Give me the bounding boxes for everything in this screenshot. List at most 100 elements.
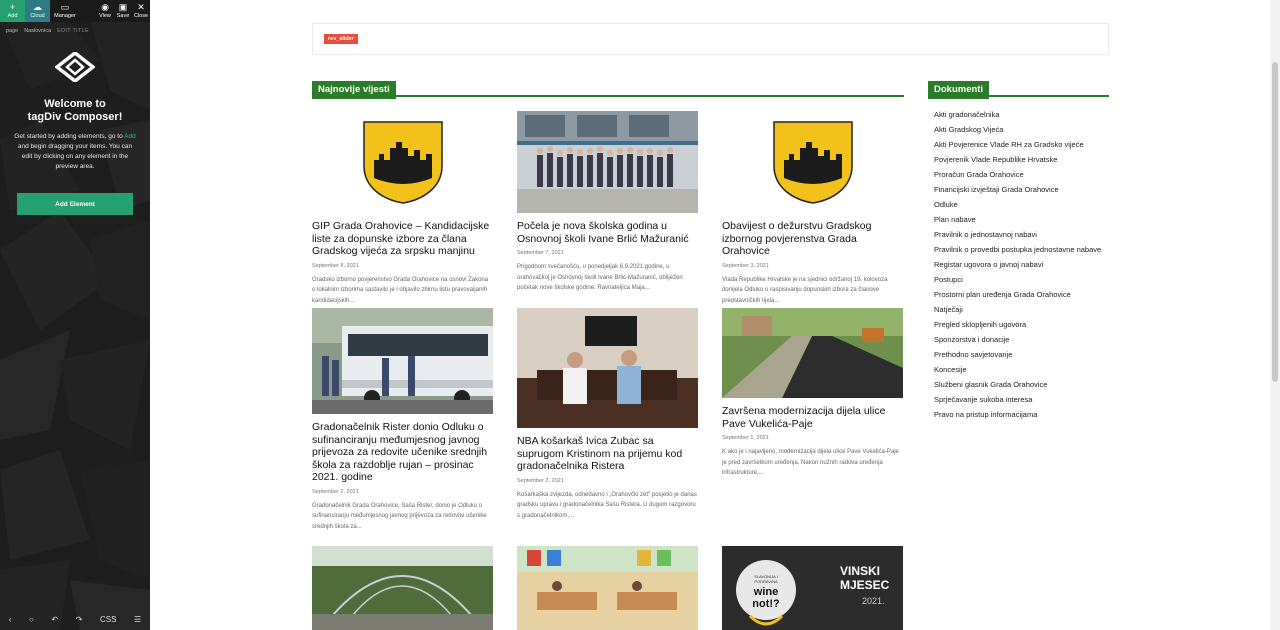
document-link[interactable]: Prethodno savjetovanje [934, 347, 1104, 362]
post-thumbnail[interactable] [722, 308, 903, 398]
post-thumbnail[interactable] [312, 546, 493, 630]
edit-title-link[interactable]: EDIT TITLE [57, 28, 89, 34]
news-section-heading: Najnovije vijesti [312, 79, 904, 99]
background-pattern [0, 0, 150, 630]
cloud-label: Cloud [30, 13, 45, 19]
post-excerpt: Vlada Republike Hrvatske je na sjednici … [722, 276, 888, 304]
breadcrumb-title[interactable]: Naslovnica [24, 28, 51, 34]
document-link[interactable]: Pregled sklopljenih ugovora [934, 317, 1104, 332]
document-link[interactable]: Pravilnik o provedbi postupka jednostavn… [934, 242, 1104, 257]
undo-icon[interactable]: ↶ [51, 615, 58, 624]
post-thumbnail[interactable] [517, 546, 698, 630]
bus-photo [312, 308, 493, 414]
post-title[interactable]: GIP Grada Orahovice – Kandidacijske list… [312, 220, 493, 258]
document-link[interactable]: Prostorni plan uređenja Grada Orahovice [934, 287, 1104, 302]
add-button[interactable]: + Add [0, 0, 25, 22]
document-link[interactable]: Sprječavanje sukoba interesa [934, 392, 1104, 407]
document-link[interactable]: Odluke [934, 197, 1104, 212]
document-link[interactable]: Financijski izvještaji Grada Orahovice [934, 182, 1104, 197]
circle-icon[interactable]: ○ [29, 615, 34, 624]
news-post[interactable]: GIP Grada Orahovice – Kandidacijske list… [312, 111, 493, 306]
post-excerpt: Gradonačelnik Grada Orahovice, Saša Rist… [312, 502, 487, 530]
view-button[interactable]: ◉ View [96, 0, 114, 22]
add-element-button[interactable]: Add Element [17, 193, 133, 215]
post-thumbnail[interactable] [517, 111, 698, 213]
post-thumbnail[interactable] [312, 308, 493, 414]
post-title[interactable]: Završena modernizacija dijela ulice Pave… [722, 405, 903, 430]
document-link[interactable]: Koncesije [934, 362, 1104, 377]
document-link[interactable]: Pravilnik o jednostavnoj nabavi [934, 227, 1104, 242]
road-photo [722, 308, 903, 398]
school-group-photo [517, 111, 698, 213]
intro-after: and begin dragging your items. You can e… [17, 143, 133, 170]
breadcrumb: page Naslovnica EDIT TITLE [6, 28, 89, 34]
scrollbar-thumb[interactable] [1272, 62, 1278, 382]
document-link[interactable]: Povjerenik Vlade Republike Hrvatske [934, 152, 1104, 167]
composer-bottom-bar: ‹ ○ ↶ ↷ CSS ☰ [0, 608, 150, 630]
eye-icon: ◉ [101, 2, 109, 12]
document-link[interactable]: Akti Povjerenice Vlade RH za Gradsko vij… [934, 137, 1104, 152]
document-link[interactable]: Natječaji [934, 302, 1104, 317]
post-title[interactable]: Počela je nova školska godina u Osnovnoj… [517, 220, 698, 245]
wine-month-banner[interactable]: SLAVONIJA I PODRAVINA wine not!? VINSKI … [722, 546, 903, 630]
documents-heading-label: Dokumenti [928, 81, 990, 99]
news-post[interactable]: NBA košarkaš Ivica Zubac sa suprugom Kri… [517, 308, 698, 521]
cloud-button[interactable]: ☁ Cloud [25, 0, 50, 22]
post-thumbnail[interactable] [312, 111, 493, 213]
news-post[interactable] [517, 546, 698, 630]
post-date: September 8, 2021 [312, 262, 359, 269]
wine-title-line1: VINSKI [840, 564, 881, 578]
news-post[interactable]: Obavijest o dežurstvu Gradskog izbornog … [722, 111, 903, 306]
document-link[interactable]: Postupci [934, 272, 1104, 287]
save-button[interactable]: ▣ Save [114, 0, 132, 22]
news-heading-label: Najnovije vijesti [312, 81, 396, 99]
documents-section-heading: Dokumenti [928, 79, 1109, 99]
document-link[interactable]: Pravo na pristup informacijama [934, 407, 1104, 422]
page-scrollbar[interactable] [1270, 0, 1280, 630]
post-date: September 1, 2021 [722, 435, 769, 441]
wine-title-line2: MJESEC [840, 578, 890, 592]
document-link[interactable]: Službeni glasnik Grada Orahovice [934, 377, 1104, 392]
wine-year: 2021. [862, 596, 885, 606]
post-excerpt: Gradsko izborno povjerenstvo Grada Oraho… [312, 276, 489, 304]
intro-add-link[interactable]: Add [124, 133, 136, 140]
wine-badge-top: SLAVONIJA I PODRAVINA [754, 574, 778, 584]
close-button[interactable]: ✕ Close [132, 0, 150, 22]
post-title[interactable]: NBA košarkaš Ivica Zubac sa suprugom Kri… [517, 435, 698, 473]
menu-icon[interactable]: ☰ [134, 615, 141, 624]
document-link[interactable]: Sponzorstva i donacije [934, 332, 1104, 347]
post-thumbnail[interactable] [517, 308, 698, 428]
post-title[interactable]: Gradonačelnik Rister donio Odluku o sufi… [312, 421, 493, 484]
css-button[interactable]: CSS [100, 615, 116, 624]
park-stage-photo [312, 546, 493, 630]
document-link[interactable]: Plan nabave [934, 212, 1104, 227]
welcome-line2: tagDiv Composer! [27, 111, 123, 123]
window-icon: ▭ [60, 2, 70, 12]
close-icon: ✕ [137, 2, 145, 12]
post-date: September 7, 2021 [517, 250, 564, 256]
post-thumbnail[interactable] [722, 111, 903, 213]
intro-text: Get started by adding elements, go to Ad… [14, 132, 136, 172]
news-post[interactable] [312, 546, 493, 630]
composer-toolbar: + Add ☁ Cloud ▭ Manager ◉ View ▣ Save ✕ … [0, 0, 150, 22]
news-post[interactable]: Završena modernizacija dijela ulice Pave… [722, 308, 903, 479]
close-label: Close [133, 13, 149, 19]
wine-badge-main: wine not!? [752, 586, 780, 610]
breadcrumb-page[interactable]: page [6, 28, 18, 34]
document-link[interactable]: Akti Gradskog Vijeća [934, 122, 1104, 137]
news-post[interactable]: SLAVONIJA I PODRAVINA wine not!? VINSKI … [722, 546, 903, 630]
tagdiv-logo-icon [55, 52, 95, 82]
back-arrow-icon[interactable]: ‹ [9, 615, 12, 624]
news-post[interactable]: Gradonačelnik Rister donio Odluku o sufi… [312, 308, 493, 532]
coat-of-arms-icon [772, 121, 853, 204]
document-link[interactable]: Proračun Grada Orahovice [934, 167, 1104, 182]
document-link[interactable]: Registar ugovora o javnoj nabavi [934, 257, 1104, 272]
post-title[interactable]: Obavijest o dežurstvu Gradskog izbornog … [722, 220, 903, 258]
classroom-photo [517, 546, 698, 630]
meeting-photo [517, 308, 698, 428]
document-link[interactable]: Akti gradonačelnika [934, 107, 1104, 122]
plus-icon: + [9, 2, 16, 12]
redo-icon[interactable]: ↷ [76, 615, 83, 624]
manager-button[interactable]: ▭ Manager [50, 0, 80, 22]
news-post[interactable]: Počela je nova školska godina u Osnovnoj… [517, 111, 698, 294]
